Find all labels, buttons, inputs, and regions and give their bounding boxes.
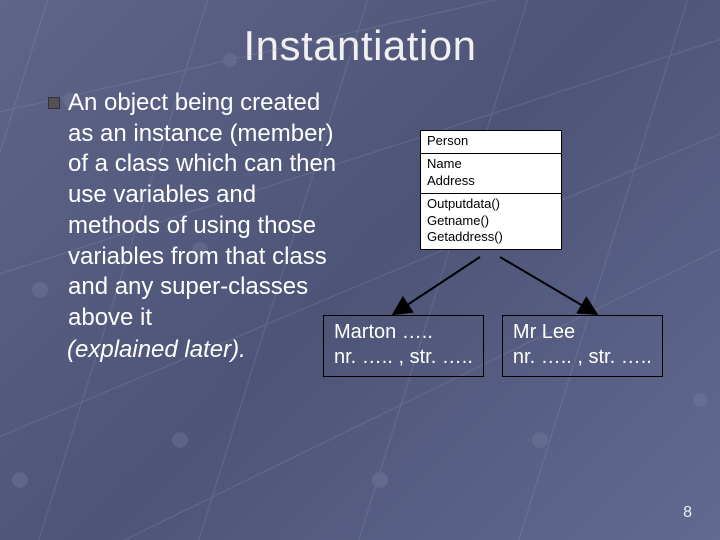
instance-box-left: Marton ….. nr. ….. , str. ….. — [323, 315, 484, 377]
uml-method: Getname() — [427, 213, 555, 230]
uml-method: Getaddress() — [427, 229, 555, 246]
bullet-text: An object being created as an instance (… — [68, 88, 338, 334]
uml-methods: Outputdata() Getname() Getaddress() — [421, 194, 561, 250]
instance-line: Mr Lee — [513, 320, 652, 345]
bullet-icon — [48, 97, 60, 109]
uml-attributes: Name Address — [421, 154, 561, 194]
instance-line: nr. ….. , str. ….. — [513, 345, 652, 370]
bullet-note: (explained later). — [67, 336, 338, 364]
uml-class-name: Person — [421, 131, 561, 154]
uml-attribute: Address — [427, 173, 555, 190]
instance-line: Marton ….. — [334, 320, 473, 345]
instances-row: Marton ….. nr. ….. , str. ….. Mr Lee nr.… — [323, 315, 663, 377]
page-title: Instantiation — [0, 0, 720, 70]
instance-line: nr. ….. , str. ….. — [334, 345, 473, 370]
uml-class-box: Person Name Address Outputdata() Getname… — [420, 130, 562, 250]
bullet-item: An object being created as an instance (… — [48, 88, 338, 334]
uml-method: Outputdata() — [427, 196, 555, 213]
slide-number: 8 — [683, 504, 692, 522]
bullet-area: An object being created as an instance (… — [48, 88, 338, 364]
uml-attribute: Name — [427, 156, 555, 173]
instance-box-right: Mr Lee nr. ….. , str. ….. — [502, 315, 663, 377]
